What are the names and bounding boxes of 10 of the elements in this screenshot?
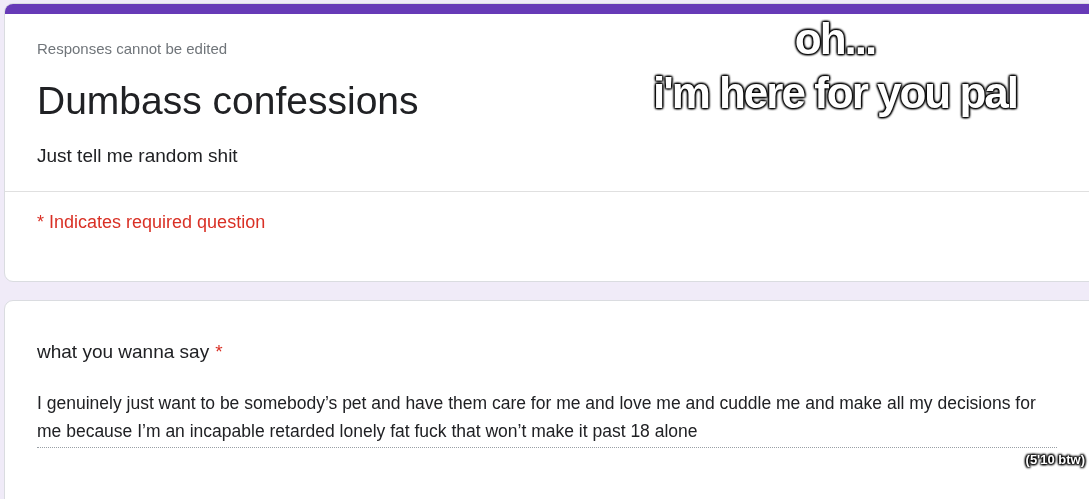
notice-text: Responses cannot be edited (37, 40, 228, 57)
required-note: * Indicates required question (37, 212, 266, 232)
form-description: Just tell me random shit (37, 145, 238, 167)
answer-field[interactable]: I genuinely just want to be somebody’s pet and have them care for me and love me and cuddle me and make all my decisions for me because I’m an incapable retarded lonely fat fuck that won’t make it past 18 alone (37, 389, 1057, 448)
caption-text: i'm here for you pal (652, 67, 1018, 120)
question-label: what you wanna say (37, 341, 210, 363)
caption-text: oh... (794, 13, 876, 65)
caption-text: (5'10 btw) (1025, 452, 1085, 467)
form-title: Dumbass confessions (37, 79, 419, 123)
required-mark: * (215, 341, 223, 363)
